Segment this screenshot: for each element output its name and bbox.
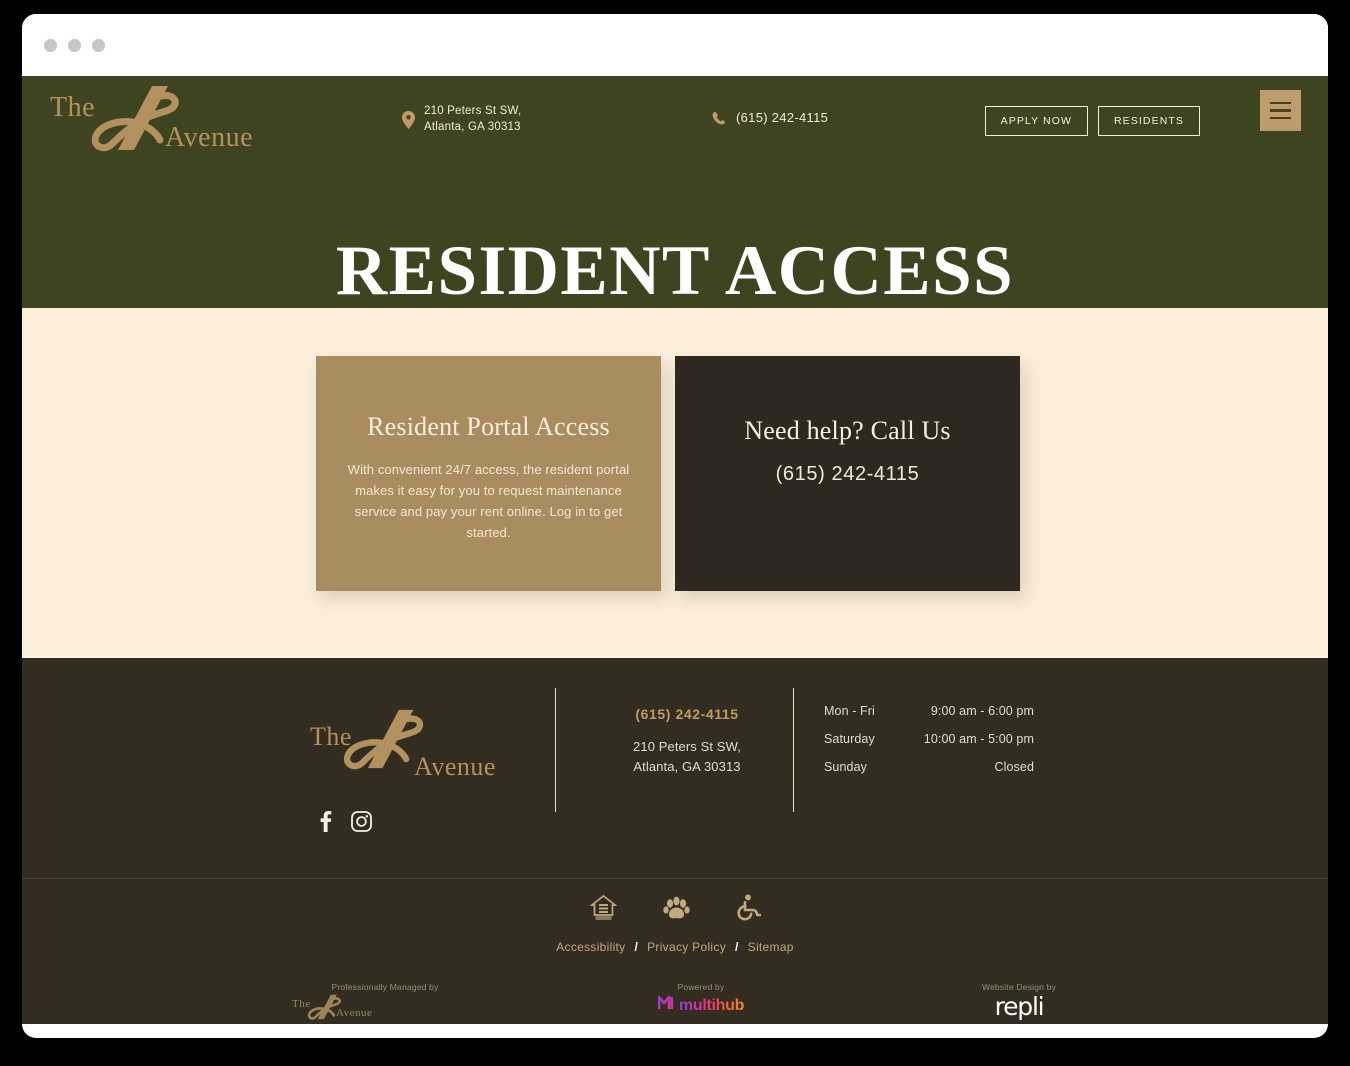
privacy-policy-link[interactable]: Privacy Policy (647, 940, 726, 954)
resident-portal-card[interactable]: Resident Portal Access With convenient 2… (316, 356, 661, 591)
managed-by-label: Professionally Managed by (331, 982, 439, 992)
repli-wordmark[interactable]: repli (924, 994, 1114, 1019)
facebook-icon[interactable] (318, 810, 333, 832)
header-phone[interactable]: (615) 242-4115 (712, 110, 828, 125)
footer-main: The Avenue (615) 242-4115 210 Peters St … (22, 658, 1328, 878)
footer-contact: (615) 242-4115 210 Peters St SW, Atlanta… (582, 706, 792, 777)
site-header: The Avenue 210 Peters St SW, Atlanta, GA… (22, 76, 1328, 308)
apply-now-button[interactable]: APPLY NOW (984, 106, 1088, 136)
residents-button[interactable]: RESIDENTS (1098, 106, 1200, 136)
sitemap-link[interactable]: Sitemap (748, 940, 794, 954)
need-help-card-title: Need help? Call Us (744, 416, 951, 445)
legal-separator: / (735, 940, 739, 954)
resident-portal-card-title: Resident Portal Access (367, 412, 610, 441)
footer-logo[interactable]: The Avenue (310, 700, 520, 792)
hamburger-bar (1270, 109, 1291, 112)
powered-by-label: Powered by (677, 982, 725, 992)
multihub-logo[interactable]: multihub (606, 995, 796, 1016)
resident-portal-card-body: With convenient 24/7 access, the residen… (347, 462, 630, 540)
footer-address-text: 210 Peters St SW, Atlanta, GA 30313 (633, 739, 741, 774)
hours-row: Mon - Fri 9:00 am - 6:00 pm (824, 704, 1034, 718)
map-pin-icon (402, 110, 415, 129)
credit-managed-by: Professionally Managed by The Avenue (290, 982, 480, 1024)
header-actions: APPLY NOW RESIDENTS (984, 106, 1200, 136)
need-help-card[interactable]: Need help? Call Us (615) 242-4115 (675, 356, 1020, 591)
footer-badges (22, 894, 1328, 921)
credit-powered-by: Powered by multihub (606, 982, 796, 1016)
hours-time: Closed (994, 760, 1034, 774)
footer-phone-link[interactable]: (615) 242-4115 (582, 706, 792, 722)
hamburger-bar (1270, 116, 1291, 120)
credit-website-design-by: Website Design by repli (924, 982, 1114, 1019)
legal-separator: / (634, 940, 639, 954)
window-minimize-dot[interactable] (68, 38, 81, 52)
phone-icon (712, 111, 726, 125)
multihub-mark-icon (657, 995, 674, 1016)
hamburger-bar (1270, 101, 1291, 105)
accessibility-wheelchair-icon (736, 894, 761, 921)
hours-time: 10:00 am - 5:00 pm (923, 732, 1034, 746)
hours-days: Sunday (824, 760, 867, 774)
footer-credits: Professionally Managed by The Avenue Pow… (22, 982, 1328, 1024)
hours-time: 9:00 am - 6:00 pm (930, 704, 1034, 718)
header-logo[interactable]: The Avenue (48, 84, 278, 160)
hamburger-menu-icon[interactable] (1260, 90, 1301, 131)
footer-bottom: Accessibility / Privacy Policy / Sitemap… (22, 878, 1328, 1024)
managed-by-logo[interactable]: The Avenue (290, 994, 410, 1020)
design-by-label: Website Design by (981, 982, 1057, 992)
pet-friendly-paw-icon (662, 896, 690, 921)
hours-row: Sunday Closed (824, 760, 1034, 774)
header-bar: The Avenue 210 Peters St SW, Atlanta, GA… (22, 76, 1328, 168)
multihub-wordmark: multihub (678, 996, 745, 1014)
managed-logo-avenue-text: Avenue (336, 1007, 373, 1019)
header-address-text: 210 Peters St SW, Atlanta, GA 30313 (424, 105, 522, 133)
site-footer: The Avenue (615) 242-4115 210 Peters St … (22, 658, 1328, 1024)
header-address[interactable]: 210 Peters St SW, Atlanta, GA 30313 (402, 104, 521, 135)
page-viewport: The Avenue 210 Peters St SW, Atlanta, GA… (22, 76, 1328, 1024)
browser-window: The Avenue 210 Peters St SW, Atlanta, GA… (22, 14, 1328, 1038)
footer-divider-left (555, 688, 557, 812)
window-maximize-dot[interactable] (92, 38, 105, 52)
instagram-icon[interactable] (351, 810, 372, 832)
hours-days: Saturday (824, 732, 875, 746)
hours-row: Saturday 10:00 am - 5:00 pm (824, 732, 1034, 746)
logo-the-text: The (50, 92, 96, 123)
footer-office-hours: Mon - Fri 9:00 am - 6:00 pm Saturday 10:… (824, 704, 1034, 788)
logo-avenue-text: Avenue (165, 122, 253, 153)
footer-socials (318, 810, 372, 832)
footer-divider-right (793, 688, 795, 812)
page-title: RESIDENT ACCESS (335, 232, 1015, 310)
equal-housing-icon (589, 894, 617, 921)
browser-chrome (22, 14, 1328, 76)
header-phone-text: (615) 242-4115 (736, 110, 829, 125)
need-help-card-phone[interactable]: (615) 242-4115 (701, 464, 994, 485)
accessibility-link[interactable]: Accessibility (556, 940, 625, 954)
cards-section: Resident Portal Access With convenient 2… (22, 308, 1328, 658)
window-close-dot[interactable] (44, 38, 57, 52)
footer-logo-avenue-text: Avenue (414, 752, 496, 781)
footer-legal-links: Accessibility / Privacy Policy / Sitemap (22, 940, 1328, 954)
hours-days: Mon - Fri (824, 704, 875, 718)
